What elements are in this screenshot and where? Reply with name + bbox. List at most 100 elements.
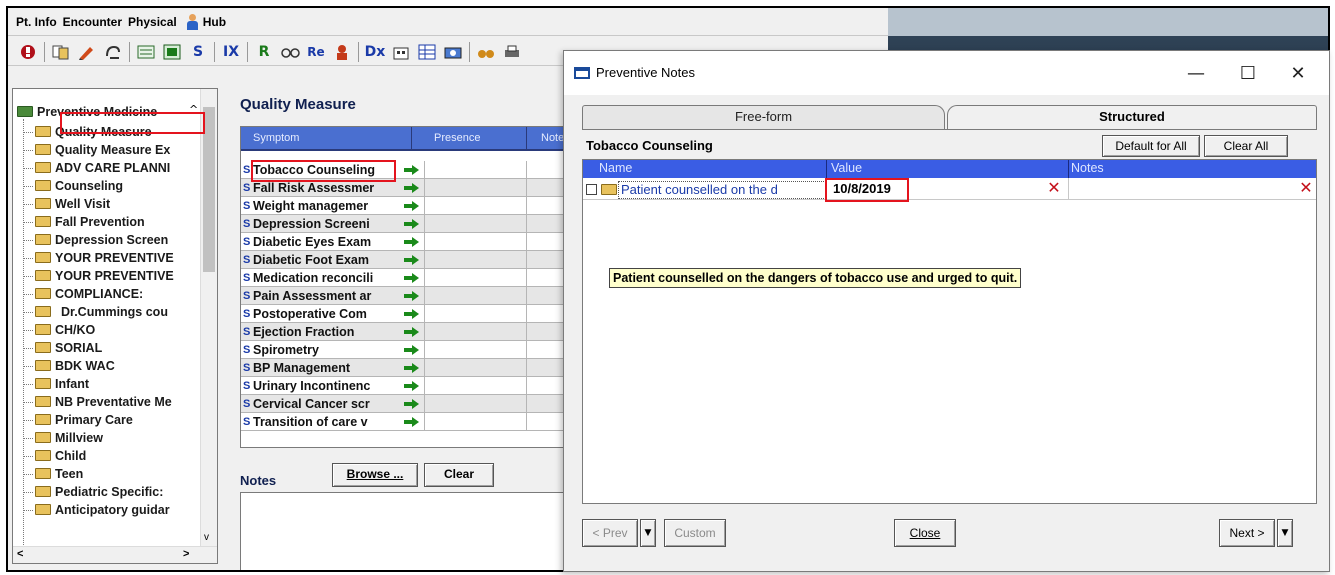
clear-value-x-icon[interactable]: ✕ xyxy=(1047,180,1061,196)
tree-item[interactable]: CH/KO xyxy=(35,321,95,339)
quality-measure-row[interactable]: S Urinary Incontinenc xyxy=(241,377,569,395)
dx-icon[interactable]: Dx xyxy=(365,42,386,62)
tree-item[interactable]: Quality Measure Ex xyxy=(35,141,170,159)
quality-measure-row[interactable]: S Cervical Cancer scr xyxy=(241,395,569,413)
stop-icon[interactable] xyxy=(18,42,38,62)
quality-measure-row[interactable]: S Weight managemer xyxy=(241,197,569,215)
prev-dropdown-button[interactable]: ▼ xyxy=(640,519,656,547)
maximize-icon[interactable]: ☐ xyxy=(1228,57,1268,89)
quality-measure-row[interactable]: S Medication reconcili xyxy=(241,269,569,287)
tab-structured[interactable]: Structured xyxy=(947,105,1317,129)
arrow-right-icon[interactable] xyxy=(404,237,420,247)
tree-item[interactable]: Quality Measure xyxy=(35,123,152,141)
menu-physical[interactable]: Physical xyxy=(128,13,177,31)
symptom-cell[interactable]: Urinary Incontinenc xyxy=(253,377,403,395)
default-for-all-button[interactable]: Default for All xyxy=(1102,135,1200,157)
copy-icon[interactable] xyxy=(51,42,71,62)
symptom-cell[interactable]: Depression Screeni xyxy=(253,215,403,233)
s-icon[interactable]: S xyxy=(188,42,208,62)
arrow-right-icon[interactable] xyxy=(404,381,420,391)
symptom-cell[interactable]: Postoperative Com xyxy=(253,305,403,323)
row-name-cell[interactable]: Patient counselled on the d xyxy=(618,181,826,199)
tree-item[interactable]: Pediatric Specific: xyxy=(35,483,163,501)
tree-item[interactable]: COMPLIANCE: xyxy=(35,285,143,303)
presence-cell[interactable] xyxy=(424,395,524,413)
tree-item[interactable]: SORIAL xyxy=(35,339,102,357)
arrow-right-icon[interactable] xyxy=(404,255,420,265)
scroll-left-arrow-icon[interactable]: < xyxy=(17,548,23,560)
symptom-cell[interactable]: Fall Risk Assessmer xyxy=(253,179,403,197)
quality-measure-row[interactable]: S Diabetic Foot Exam xyxy=(241,251,569,269)
row-checkbox[interactable] xyxy=(586,184,597,195)
quality-measure-row[interactable]: S Pain Assessment ar xyxy=(241,287,569,305)
tree-vertical-scrollbar[interactable]: v xyxy=(200,89,217,563)
presence-cell[interactable] xyxy=(424,179,524,197)
notes-textarea[interactable] xyxy=(240,492,570,570)
symptom-cell[interactable]: Transition of care v xyxy=(253,413,403,431)
presence-cell[interactable] xyxy=(424,287,524,305)
next-button[interactable]: Next > xyxy=(1219,519,1275,547)
tree-item[interactable]: Anticipatory guidar xyxy=(35,501,170,519)
arrow-right-icon[interactable] xyxy=(404,327,420,337)
next-dropdown-button[interactable]: ▼ xyxy=(1277,519,1293,547)
col-presence[interactable]: Presence xyxy=(434,132,480,144)
camera-icon[interactable] xyxy=(443,42,463,62)
col-divider[interactable] xyxy=(1068,160,1069,178)
symptom-cell[interactable]: Weight managemer xyxy=(253,197,403,215)
arrow-right-icon[interactable] xyxy=(404,219,420,229)
scroll-down-arrow-icon[interactable]: v xyxy=(204,532,209,543)
arrow-right-icon[interactable] xyxy=(404,165,420,175)
tree-item[interactable]: YOUR PREVENTIVE xyxy=(35,267,174,285)
symptom-cell[interactable]: Diabetic Foot Exam xyxy=(253,251,403,269)
tree-collapse-caret-icon[interactable]: ^ xyxy=(189,103,198,116)
clear-notes-x-icon[interactable]: ✕ xyxy=(1299,180,1313,196)
quality-measure-row[interactable]: S Ejection Fraction xyxy=(241,323,569,341)
glasses-icon[interactable] xyxy=(280,42,300,62)
arrow-right-icon[interactable] xyxy=(404,399,420,409)
symptom-cell[interactable]: Diabetic Eyes Exam xyxy=(253,233,403,251)
tab-free-form[interactable]: Free-form xyxy=(582,105,945,129)
symptom-cell[interactable]: Tobacco Counseling xyxy=(253,161,403,179)
arrow-right-icon[interactable] xyxy=(404,201,420,211)
quality-measure-row[interactable]: S Tobacco Counseling xyxy=(241,161,569,179)
tree-root[interactable]: Preventive Medicine xyxy=(17,103,157,121)
menu-encounter[interactable]: Encounter xyxy=(63,13,122,31)
tree-item[interactable]: Counseling xyxy=(35,177,123,195)
arrow-right-icon[interactable] xyxy=(404,291,420,301)
arrow-right-icon[interactable] xyxy=(404,273,420,283)
browse-button[interactable]: Browse ... xyxy=(332,463,418,487)
tree-item[interactable]: Dr.Cummings cou xyxy=(35,303,168,321)
presence-cell[interactable] xyxy=(424,305,524,323)
tree-item[interactable]: Depression Screen xyxy=(35,231,168,249)
quality-measure-row[interactable]: S Diabetic Eyes Exam xyxy=(241,233,569,251)
presence-cell[interactable] xyxy=(424,377,524,395)
rx-icon[interactable]: Re xyxy=(306,42,326,62)
r-icon[interactable]: R xyxy=(254,42,274,62)
minimize-icon[interactable]: — xyxy=(1176,57,1216,89)
col-value[interactable]: Value xyxy=(831,161,862,175)
tree-item[interactable]: Child xyxy=(35,447,86,465)
ix-icon[interactable]: IX xyxy=(221,42,241,62)
tree-item[interactable]: Primary Care xyxy=(35,411,133,429)
tree-item[interactable]: Well Visit xyxy=(35,195,110,213)
symptom-cell[interactable]: Pain Assessment ar xyxy=(253,287,403,305)
grid-icon[interactable] xyxy=(417,42,437,62)
presence-cell[interactable] xyxy=(424,269,524,287)
structured-grid-row[interactable]: Patient counselled on the d 10/8/2019 ✕ … xyxy=(583,178,1316,200)
menu-pt-info[interactable]: Pt. Info xyxy=(16,13,57,31)
presence-cell[interactable] xyxy=(424,323,524,341)
keyboard-icon[interactable] xyxy=(136,42,156,62)
quality-measure-row[interactable]: S Fall Risk Assessmer xyxy=(241,179,569,197)
scroll-right-arrow-icon[interactable]: > xyxy=(183,548,189,560)
tree-item[interactable]: NB Preventative Me xyxy=(35,393,172,411)
tree-item[interactable]: Millview xyxy=(35,429,103,447)
presence-cell[interactable] xyxy=(424,215,524,233)
binoculars-icon[interactable] xyxy=(476,42,496,62)
col-divider[interactable] xyxy=(826,160,827,178)
tree-scroll-thumb[interactable] xyxy=(203,107,215,272)
building-icon[interactable] xyxy=(391,42,411,62)
menu-hub[interactable]: Hub xyxy=(203,13,226,31)
print-icon[interactable] xyxy=(502,42,522,62)
person-icon[interactable] xyxy=(332,42,352,62)
tree-item[interactable]: BDK WAC xyxy=(35,357,115,375)
